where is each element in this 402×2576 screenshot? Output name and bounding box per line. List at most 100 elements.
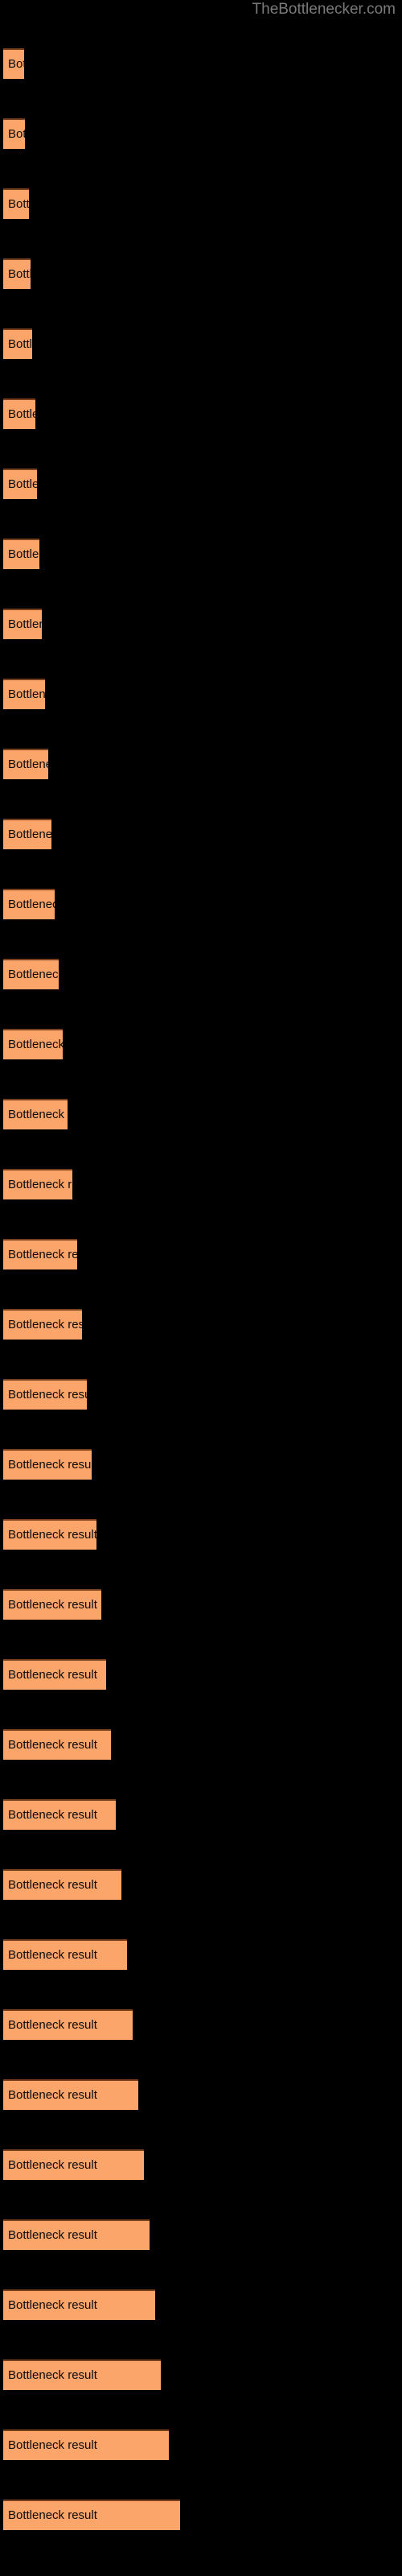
bar[interactable] <box>3 679 45 709</box>
bar-clip: Bottleneck result <box>3 679 45 709</box>
bar[interactable] <box>3 1589 101 1620</box>
bar-row: Bottleneck result <box>3 679 45 709</box>
bar[interactable] <box>3 1169 72 1199</box>
bar-clip: Bottleneck result <box>3 609 42 639</box>
bar[interactable] <box>3 2149 144 2180</box>
bar-row: Bottleneck result <box>3 959 59 989</box>
bar-clip: Bottleneck result <box>3 2009 133 2040</box>
bar-row: Bottleneck result <box>3 1029 63 1059</box>
bar-clip: Bottleneck result <box>3 1099 68 1129</box>
bar-row: Bottleneck result <box>3 328 32 359</box>
bar-row: Bottleneck result <box>3 1729 111 1760</box>
bar-row: Bottleneck result <box>3 2289 155 2320</box>
bar[interactable] <box>3 609 42 639</box>
bar-row: Bottleneck result <box>3 1659 106 1690</box>
bar-row: Bottleneck result <box>3 2009 133 2040</box>
bar-clip: Bottleneck result <box>3 1799 116 1830</box>
bar[interactable] <box>3 188 29 219</box>
horizontal-bar-chart: Bottleneck result Bottleneck result Bottle… <box>0 0 402 2576</box>
bar-clip: Bottleneck result <box>3 2429 169 2460</box>
bar-clip: Bottleneck result <box>3 1169 72 1199</box>
bar-clip: Bottleneck result <box>3 469 37 499</box>
bar-row: Bottleneck result <box>3 2500 180 2530</box>
bar[interactable] <box>3 2289 155 2320</box>
bar-row: Bottleneck result <box>3 1099 68 1129</box>
bar-clip: Bottleneck result <box>3 1309 82 1340</box>
bar-clip: Bottleneck result <box>3 2500 180 2530</box>
bar-row: Bottleneck result <box>3 1379 87 1410</box>
bar-clip: Bottleneck result <box>3 819 51 849</box>
bar-clip: Bottleneck result <box>3 1729 111 1760</box>
bar-row: Bottleneck result <box>3 118 25 149</box>
bar-clip: Bottleneck result <box>3 1869 121 1900</box>
bar-row: Bottleneck result <box>3 1449 92 1480</box>
bar-clip: Bottleneck result <box>3 1589 101 1620</box>
bar-row: Bottleneck result <box>3 48 24 79</box>
bar[interactable] <box>3 1449 92 1480</box>
bar-clip: Bottleneck result <box>3 749 48 779</box>
bar-clip: Bottleneck result <box>3 959 59 989</box>
bar-row: Bottleneck result <box>3 258 31 289</box>
bar[interactable] <box>3 258 31 289</box>
bar-row: Bottleneck result <box>3 609 42 639</box>
bar-clip: Bottleneck result <box>3 1239 77 1269</box>
bar-row: Bottleneck result <box>3 2219 150 2250</box>
bar-row: Bottleneck result <box>3 2149 144 2180</box>
bar[interactable] <box>3 2359 161 2390</box>
bar[interactable] <box>3 819 51 849</box>
bar[interactable] <box>3 539 39 569</box>
bar-row: Bottleneck result <box>3 1799 116 1830</box>
bar-clip: Bottleneck result <box>3 2359 161 2390</box>
bar[interactable] <box>3 328 32 359</box>
bar-row: Bottleneck result <box>3 889 55 919</box>
bar-clip: Bottleneck result <box>3 1449 92 1480</box>
bar-clip: Bottleneck result <box>3 2079 138 2110</box>
bar[interactable] <box>3 118 25 149</box>
bar[interactable] <box>3 749 48 779</box>
bar-clip: Bottleneck result <box>3 1379 87 1410</box>
bar-row: Bottleneck result <box>3 1169 72 1199</box>
bar-row: Bottleneck result <box>3 819 51 849</box>
bar-clip: Bottleneck result <box>3 1939 127 1970</box>
bar[interactable] <box>3 1519 96 1550</box>
bar-row: Bottleneck result <box>3 539 39 569</box>
bar-row: Bottleneck result <box>3 2359 161 2390</box>
bar[interactable] <box>3 1729 111 1760</box>
bar[interactable] <box>3 2219 150 2250</box>
bar[interactable] <box>3 1239 77 1269</box>
bar[interactable] <box>3 1379 87 1410</box>
bar-clip: Bottleneck result <box>3 328 32 359</box>
bar-clip: Bottleneck result <box>3 889 55 919</box>
bar-clip: Bottleneck result <box>3 539 39 569</box>
bar-clip: Bottleneck result <box>3 1659 106 1690</box>
bar[interactable] <box>3 2500 180 2530</box>
bar-row: Bottleneck result <box>3 1239 77 1269</box>
bar[interactable] <box>3 398 35 429</box>
bar-clip: Bottleneck result <box>3 258 31 289</box>
bar[interactable] <box>3 1099 68 1129</box>
bar-row: Bottleneck result <box>3 469 37 499</box>
bar[interactable] <box>3 1309 82 1340</box>
bar[interactable] <box>3 469 37 499</box>
bar-clip: Bottleneck result <box>3 48 24 79</box>
bar[interactable] <box>3 2429 169 2460</box>
bar[interactable] <box>3 1029 63 1059</box>
bar[interactable] <box>3 2079 138 2110</box>
bar[interactable] <box>3 1659 106 1690</box>
bar[interactable] <box>3 2009 133 2040</box>
bar-clip: Bottleneck result <box>3 398 35 429</box>
bar-row: Bottleneck result <box>3 1309 82 1340</box>
bar[interactable] <box>3 959 59 989</box>
bar-clip: Bottleneck result <box>3 1029 63 1059</box>
bar[interactable] <box>3 48 24 79</box>
bar[interactable] <box>3 1799 116 1830</box>
bar-clip: Bottleneck result <box>3 1519 96 1550</box>
bar-row: Bottleneck result <box>3 2429 169 2460</box>
bar-row: Bottleneck result <box>3 398 35 429</box>
bar[interactable] <box>3 1869 121 1900</box>
bar[interactable] <box>3 889 55 919</box>
bar-row: Bottleneck result <box>3 2079 138 2110</box>
bar-row: Bottleneck result <box>3 1589 101 1620</box>
bar[interactable] <box>3 1939 127 1970</box>
bar-row: Bottleneck result <box>3 1869 121 1900</box>
